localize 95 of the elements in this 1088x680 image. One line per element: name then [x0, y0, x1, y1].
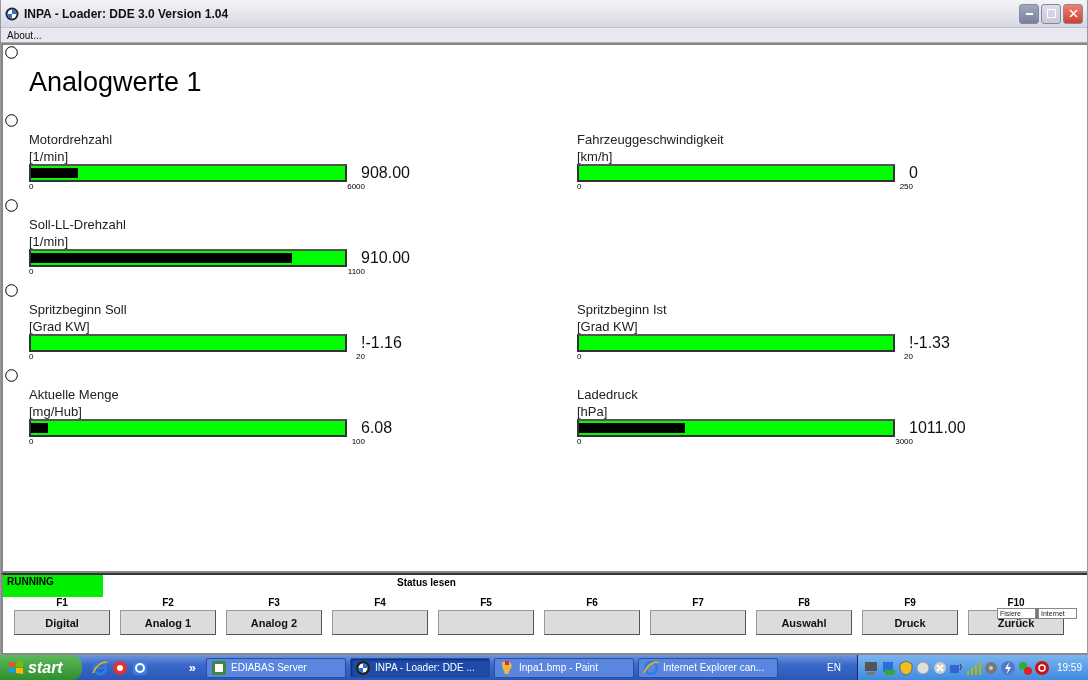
close-button[interactable]: [1063, 3, 1083, 24]
menu-item[interactable]: About...: [7, 29, 42, 41]
network-icon: [880, 659, 897, 676]
function-key-label: F10: [1007, 596, 1025, 610]
function-button[interactable]: Digital: [14, 610, 110, 635]
function-key-label: F7: [692, 596, 704, 610]
circle-icon: [5, 46, 18, 59]
function-button[interactable]: [544, 610, 640, 635]
server-icon: [211, 659, 227, 676]
function-key-label: F4: [374, 596, 386, 610]
maximize-button[interactable]: [1041, 3, 1061, 24]
gauge-reading: !-1.33: [909, 334, 950, 352]
scale-min: 0: [577, 437, 582, 447]
gauge-reading: 6.08: [361, 419, 393, 437]
language-indicator[interactable]: EN: [815, 662, 853, 673]
shield-icon: [897, 659, 914, 676]
media-icon: [112, 659, 128, 676]
clock: 19:59: [1056, 662, 1082, 673]
minimize-icon: [1025, 12, 1033, 15]
taskbar-button[interactable]: INPA - Loader: DDE ...: [350, 657, 490, 678]
unit-label: [hPa]: [577, 403, 609, 420]
function-key-label: F9: [904, 596, 916, 610]
gauge-reading: 0: [909, 164, 918, 182]
circle-icon: [5, 369, 18, 382]
logo-icon: [355, 659, 371, 676]
unit-label: [Grad KW]: [577, 318, 639, 335]
browser-icon: [132, 659, 148, 676]
unit-label: [Grad KW]: [29, 318, 91, 335]
window-title: INPA - Loader: DDE 3.0 Version 1.04: [24, 6, 230, 21]
function-key-label: F3: [268, 596, 280, 610]
scale-max: 6000: [347, 182, 365, 192]
scale-max: 3000: [895, 437, 913, 447]
status-indicator: RUNNING: [3, 575, 103, 597]
scale-min: 0: [29, 437, 34, 447]
scale-min: 0: [29, 182, 34, 192]
function-button[interactable]: Druck: [862, 610, 958, 635]
unit-label: [1/min]: [29, 233, 69, 250]
scale-max: 100: [351, 437, 365, 447]
gauge-label: Spritzbeginn Soll: [29, 301, 128, 318]
gauge-label: Soll-LL-Drehzahl: [29, 216, 127, 233]
unit-label: [mg/Hub]: [29, 403, 83, 420]
function-button[interactable]: Analog 2: [226, 610, 322, 635]
function-button[interactable]: [650, 610, 746, 635]
monitor-icon: [863, 659, 880, 676]
scale-max: 250: [899, 182, 913, 192]
function-button[interactable]: [332, 610, 428, 635]
logo-icon: [5, 6, 19, 21]
page-title: Analogwerte 1: [29, 67, 203, 98]
scale-max: 20: [356, 352, 365, 362]
browser-icon: [92, 659, 108, 676]
gauge-label: Fahrzeuggeschwindigkeit: [577, 131, 725, 148]
unit-label: [km/h]: [577, 148, 614, 165]
power-icon: [1033, 659, 1050, 676]
taskbar-button[interactable]: Inpa1.bmp - Paint: [494, 657, 634, 678]
maximize-icon: [1046, 9, 1056, 18]
circle-icon: [5, 114, 18, 127]
function-button[interactable]: Analog 1: [120, 610, 216, 635]
function-key-label: F5: [480, 596, 492, 610]
gauge-reading: !-1.16: [361, 334, 402, 352]
gauge-label: Motordrehzahl: [29, 131, 114, 148]
close-icon: [1068, 9, 1078, 18]
circle-icon: [5, 284, 18, 297]
scale-min: 0: [577, 182, 582, 192]
unit-label: [1/min]: [29, 148, 69, 165]
gauge-reading: 910.00: [361, 249, 410, 267]
disc-icon: [982, 659, 999, 676]
gauge-label: Aktuelle Menge: [29, 386, 120, 403]
function-key-label: F2: [162, 596, 174, 610]
circle-icon: [5, 199, 18, 212]
more-button[interactable]: »: [188, 660, 196, 675]
windows-logo-icon: [8, 660, 24, 675]
function-button[interactable]: [438, 610, 534, 635]
scale-max: 20: [904, 352, 913, 362]
gauge-label: Spritzbeginn Ist: [577, 301, 668, 318]
function-key-label: F1: [56, 596, 68, 610]
function-key-label: F6: [586, 596, 598, 610]
disconnected-icon: [931, 659, 948, 676]
scale-min: 0: [29, 352, 34, 362]
taskbar-button[interactable]: EDIABAS Server: [206, 657, 346, 678]
paint-icon: [499, 659, 515, 676]
gauge-reading: 1011.00: [909, 419, 966, 437]
taskbar-button[interactable]: Internet Explorer can...: [638, 657, 778, 678]
lightning-icon: [999, 659, 1016, 676]
gauge-label: Ladedruck: [577, 386, 639, 403]
minimize-button[interactable]: [1019, 3, 1039, 24]
scale-min: 0: [577, 352, 582, 362]
scale-min: 0: [29, 267, 34, 277]
signal-icon: [965, 659, 982, 676]
function-key-label: F8: [798, 596, 810, 610]
browser-icon: [643, 659, 659, 676]
gauge-reading: 908.00: [361, 164, 410, 182]
status-title: Status lesen: [397, 576, 456, 590]
network-error-icon: [1016, 659, 1033, 676]
scale-max: 1100: [347, 267, 365, 277]
function-button[interactable]: Auswahl: [756, 610, 852, 635]
